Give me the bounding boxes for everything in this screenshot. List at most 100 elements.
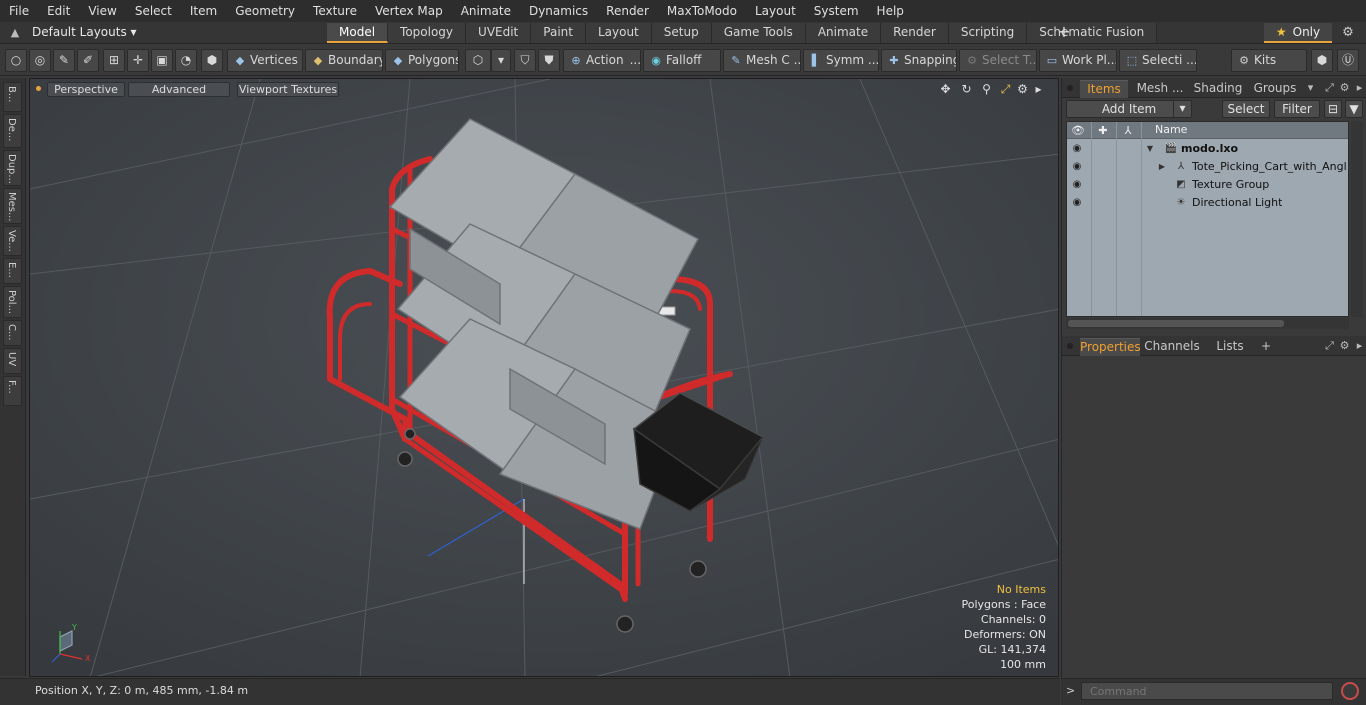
rotate-icon[interactable]: ◔ xyxy=(175,49,197,72)
chevron-down-icon[interactable]: ▾ xyxy=(1173,100,1191,118)
visibility-column-eye-icon[interactable]: 👁 xyxy=(1068,123,1088,138)
only-toggle-button[interactable]: ★ Only xyxy=(1264,23,1332,43)
viewport-gear-icon[interactable]: ⚙ xyxy=(1015,82,1030,97)
menu-render[interactable]: Render xyxy=(597,4,658,18)
panel-expand-icon[interactable]: ⤢ xyxy=(1323,339,1336,353)
add-item-button[interactable]: Add Item ▾ xyxy=(1066,100,1192,118)
eye-icon[interactable]: ◉ xyxy=(1069,196,1085,210)
viewport-textures-dropdown[interactable]: Viewport Textures xyxy=(237,82,339,97)
items-vertical-scrollbar[interactable] xyxy=(1351,121,1363,317)
select-through-button[interactable]: ⚙ Select T... xyxy=(959,49,1037,72)
panel-expand-icon[interactable]: ⤢ xyxy=(1323,81,1336,95)
tab-lists[interactable]: Lists xyxy=(1208,338,1252,356)
list-item-tote-cart-mesh[interactable]: ◉ ▶ ⅄ Tote_Picking_Cart_with_Angl ... xyxy=(1067,158,1348,176)
shield-icon[interactable]: ⛊ xyxy=(538,49,560,72)
3d-viewport[interactable]: Y X Perspective Advanced Viewport Textur… xyxy=(29,78,1059,677)
tab-mesh-ops[interactable]: Mesh ... xyxy=(1132,80,1188,98)
tab-channels[interactable]: Channels xyxy=(1144,338,1200,356)
select-mode-circle-icon[interactable]: ○ xyxy=(5,49,27,72)
tab-game-tools[interactable]: Game Tools xyxy=(711,23,806,43)
maximize-icon[interactable]: ⤢ xyxy=(998,82,1013,97)
zoom-icon[interactable]: ⚲ xyxy=(979,82,994,97)
render-column-icon[interactable]: ⅄ xyxy=(1118,123,1138,138)
kits-button[interactable]: ⚙ Kits xyxy=(1231,49,1307,72)
tab-uvedit[interactable]: UVEdit xyxy=(466,23,532,43)
select-button[interactable]: Select xyxy=(1222,100,1270,118)
viewport-options-dot-icon[interactable] xyxy=(36,86,41,91)
left-tab-mesh-edit[interactable]: Mes... xyxy=(3,188,22,224)
left-tab-duplicate[interactable]: Dup... xyxy=(3,150,22,186)
view-mode-dropdown[interactable]: Perspective xyxy=(47,82,125,97)
brush-icon[interactable]: ✐ xyxy=(77,49,99,72)
tab-items[interactable]: Items xyxy=(1080,80,1128,98)
viewport-expand-arrow-icon[interactable]: ▸ xyxy=(1031,82,1046,97)
collapse-arrow-icon[interactable]: ▼ xyxy=(1145,142,1155,156)
menu-view[interactable]: View xyxy=(79,4,125,18)
action-center-button[interactable]: ⊕ Action... xyxy=(563,49,641,72)
vertices-button[interactable]: ◆ Vertices xyxy=(227,49,303,72)
gear-icon[interactable]: ⚙ xyxy=(1340,25,1356,41)
material-mode-icon[interactable]: ⬡ xyxy=(465,49,491,72)
add-tab-button[interactable]: + xyxy=(1056,23,1072,43)
tab-groups[interactable]: Groups xyxy=(1248,80,1302,98)
list-item-texture-group[interactable]: ◉ ◩ Texture Group xyxy=(1067,176,1348,194)
left-tab-fusion[interactable]: F... xyxy=(3,376,22,406)
shading-mode-dropdown[interactable]: Advanced xyxy=(128,82,230,97)
tab-layout[interactable]: Layout xyxy=(585,23,652,43)
menu-system[interactable]: System xyxy=(805,4,868,18)
snapping-button[interactable]: ✚ Snapping xyxy=(881,49,957,72)
lock-column-icon[interactable]: ✚ xyxy=(1093,123,1113,138)
left-tab-curve[interactable]: C... xyxy=(3,320,22,346)
tab-paint[interactable]: Paint xyxy=(531,23,586,43)
list-item-modo-lxo[interactable]: ◉ ▼ 🎬 modo.lxo xyxy=(1067,140,1348,158)
pen-icon[interactable]: ✎ xyxy=(53,49,75,72)
tab-shading[interactable]: Shading xyxy=(1192,80,1244,98)
boundary-button[interactable]: ◆ Boundary xyxy=(305,49,383,72)
menu-vertex-map[interactable]: Vertex Map xyxy=(366,4,452,18)
move-icon[interactable]: ✛ xyxy=(127,49,149,72)
record-macro-icon[interactable] xyxy=(1341,682,1359,700)
menu-file[interactable]: File xyxy=(0,4,38,18)
tab-scripting[interactable]: Scripting xyxy=(948,23,1028,43)
menu-help[interactable]: Help xyxy=(868,4,913,18)
scrollbar-thumb[interactable] xyxy=(1068,320,1284,327)
menu-item[interactable]: Item xyxy=(181,4,226,18)
add-panel-tab-button[interactable]: + xyxy=(1258,338,1274,356)
left-tab-basic[interactable]: B... xyxy=(3,82,22,112)
panel-options-dot-icon[interactable] xyxy=(1067,85,1073,91)
panel-options-dot-icon[interactable] xyxy=(1067,343,1073,349)
globe-icon[interactable]: ◎ xyxy=(29,49,51,72)
items-horizontal-scrollbar[interactable] xyxy=(1066,318,1349,329)
left-tab-uv[interactable]: UV xyxy=(3,348,22,374)
menu-dynamics[interactable]: Dynamics xyxy=(520,4,597,18)
eye-icon[interactable]: ◉ xyxy=(1069,178,1085,192)
work-plane-button[interactable]: ▭ Work Pl... xyxy=(1039,49,1117,72)
chevron-down-icon[interactable]: ▾ xyxy=(1304,81,1317,95)
selection-sets-button[interactable]: ⬚ Selecti ... xyxy=(1119,49,1197,72)
falloff-button[interactable]: ◉ Falloff xyxy=(643,49,721,72)
unreal-icon[interactable]: Ⓤ xyxy=(1337,49,1359,72)
expand-arrow-icon[interactable]: ▶ xyxy=(1157,160,1167,174)
tab-schematic-fusion[interactable]: Schematic Fusion xyxy=(1027,23,1158,43)
unity-icon[interactable]: ⬢ xyxy=(1311,49,1333,72)
menu-animate[interactable]: Animate xyxy=(452,4,520,18)
left-tab-deform[interactable]: De... xyxy=(3,114,22,148)
mesh-constraint-button[interactable]: ✎ Mesh C ... xyxy=(723,49,801,72)
pan-icon[interactable]: ✥ xyxy=(938,82,953,97)
panel-arrow-icon[interactable]: ▸ xyxy=(1353,339,1366,353)
menu-edit[interactable]: Edit xyxy=(38,4,79,18)
transform-icon[interactable]: ⊞ xyxy=(103,49,125,72)
scale-icon[interactable]: ▣ xyxy=(151,49,173,72)
symmetry-button[interactable]: ▌ Symm ... xyxy=(803,49,879,72)
menu-texture[interactable]: Texture xyxy=(304,4,366,18)
panel-gear-icon[interactable]: ⚙ xyxy=(1338,81,1351,95)
tab-properties[interactable]: Properties xyxy=(1080,338,1140,356)
command-input[interactable] xyxy=(1081,682,1333,700)
tab-setup[interactable]: Setup xyxy=(651,23,712,43)
list-item-directional-light[interactable]: ◉ ☀ Directional Light xyxy=(1067,194,1348,212)
eye-icon[interactable]: ◉ xyxy=(1069,142,1085,156)
orbit-icon[interactable]: ↻ xyxy=(959,82,974,97)
chevron-down-icon[interactable]: ▾ xyxy=(491,49,511,72)
left-tab-polygon[interactable]: Pol... xyxy=(3,286,22,318)
tab-topology[interactable]: Topology xyxy=(388,23,467,43)
